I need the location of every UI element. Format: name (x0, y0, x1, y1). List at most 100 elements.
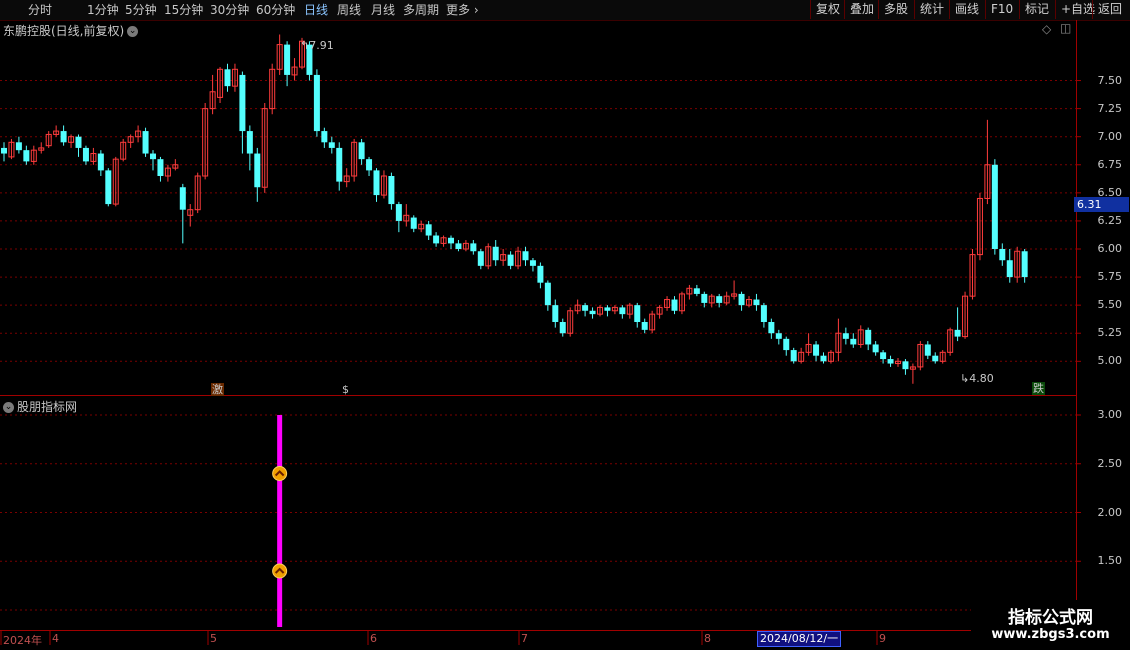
price-tick-label: 7.00 (1097, 129, 1123, 143)
price-tick-label: 7.25 (1097, 101, 1123, 115)
candle-body (157, 159, 164, 176)
price-tick-label: 5.75 (1097, 270, 1123, 284)
candle-body (321, 131, 328, 143)
candle-body (433, 235, 440, 244)
candle-body (373, 170, 380, 196)
candle-body (142, 131, 149, 154)
date-label: 6 (370, 632, 377, 645)
candle-body (395, 204, 402, 221)
price-tick-label: 5.25 (1097, 326, 1123, 340)
candle-body (760, 305, 767, 322)
watermark-url: www.zbgs3.com (991, 627, 1110, 642)
candle-body (544, 282, 551, 306)
candle-body (366, 159, 373, 171)
candle-body (537, 265, 544, 283)
candle-body (604, 307, 611, 311)
candle-body (358, 142, 365, 160)
signal-marker[interactable]: 激 (211, 383, 224, 396)
candle-body (872, 344, 879, 353)
chevron-down-icon[interactable]: ⌄ (127, 26, 139, 37)
candle-body (477, 251, 484, 266)
candle-body (23, 150, 30, 162)
date-label: 2024年 (3, 634, 42, 647)
candle-body (559, 322, 566, 334)
price-tick-label: 6.00 (1097, 242, 1123, 255)
candle-body (239, 74, 246, 132)
candle-body (150, 153, 156, 160)
candle-body (991, 164, 998, 249)
candle-body (768, 322, 775, 334)
up-arrow-icon (272, 466, 288, 481)
candle-body (865, 329, 872, 345)
low-price-label: ↳4.80 (960, 372, 994, 385)
candle-body (522, 251, 529, 261)
candle-body (15, 142, 22, 151)
candle-body (254, 153, 261, 188)
candle-body (179, 187, 186, 210)
date-label: 9 (879, 632, 886, 645)
candle-body (470, 243, 477, 252)
candle-body (813, 344, 820, 356)
candle-body (850, 338, 857, 345)
candle-body (425, 224, 432, 236)
date-label: 7 (521, 632, 528, 645)
price-tick-label: 7.50 (1097, 73, 1123, 87)
candle-body (820, 355, 827, 362)
candle-body (455, 243, 462, 249)
high-price-label: ↰7.91 (300, 39, 334, 52)
up-arrow-icon (272, 563, 288, 579)
candle-body (492, 246, 499, 261)
candle-body (634, 305, 641, 322)
date-label: 5 (210, 632, 217, 645)
price-tick-label: 6.75 (1097, 157, 1123, 171)
candle-body (671, 299, 678, 311)
watermark-title: 指标公式网 (1008, 608, 1093, 628)
candle-body (448, 237, 454, 244)
candle-body (60, 131, 67, 143)
candle-body (410, 217, 417, 229)
candle-body (783, 338, 790, 351)
candle-body (999, 249, 1006, 261)
candle-body (582, 305, 589, 311)
candle-body (589, 310, 596, 315)
candle-body (82, 147, 89, 162)
candle-body (507, 254, 514, 266)
indicator-tick-label: 2.00 (1097, 505, 1123, 519)
candle-body (619, 307, 626, 315)
candle-body (701, 293, 708, 303)
candle-body (902, 361, 909, 370)
panel-toggle-icon[interactable]: ◫ (1060, 21, 1071, 35)
chart-canvas[interactable] (0, 0, 1130, 650)
price-tick-label: 6.25 (1097, 213, 1123, 227)
indicator-tick-label: 1.50 (1097, 554, 1123, 568)
candle-body (552, 305, 559, 322)
watermark: 指标公式网 www.zbgs3.com (971, 600, 1130, 650)
candle-body (1, 147, 7, 154)
dollar-marker[interactable]: $ (339, 383, 352, 396)
main-chart-title: 东鹏控股(日线,前复权) ⌄ (3, 22, 139, 39)
stock-name-label: 东鹏控股(日线,前复权) (3, 24, 125, 38)
candle-body (880, 352, 887, 360)
candle-body (388, 176, 395, 205)
candle-body (328, 142, 335, 148)
indicator-name-label: 股朋指标网 (17, 400, 78, 414)
price-tick-label: 5.50 (1097, 298, 1123, 312)
candle-body (313, 74, 320, 132)
candle-body (775, 333, 782, 339)
candle-body (753, 299, 760, 306)
fall-marker[interactable]: 跌 (1032, 382, 1045, 395)
candle-body (75, 136, 82, 148)
candle-body (887, 359, 894, 364)
candle-body (693, 288, 700, 294)
indicator-tick-label: 3.00 (1097, 408, 1123, 421)
candle-body (954, 329, 961, 337)
candle-body (924, 344, 931, 356)
candle-body (932, 355, 939, 362)
chevron-down-icon[interactable]: ⌄ (3, 402, 14, 413)
diamond-icon[interactable]: ◇ (1042, 22, 1051, 36)
candle-body (105, 170, 112, 205)
indicator-tick-label: 2.50 (1097, 456, 1123, 470)
candle-body (641, 322, 648, 330)
date-label: 4 (52, 632, 59, 645)
candle-body (529, 260, 536, 266)
